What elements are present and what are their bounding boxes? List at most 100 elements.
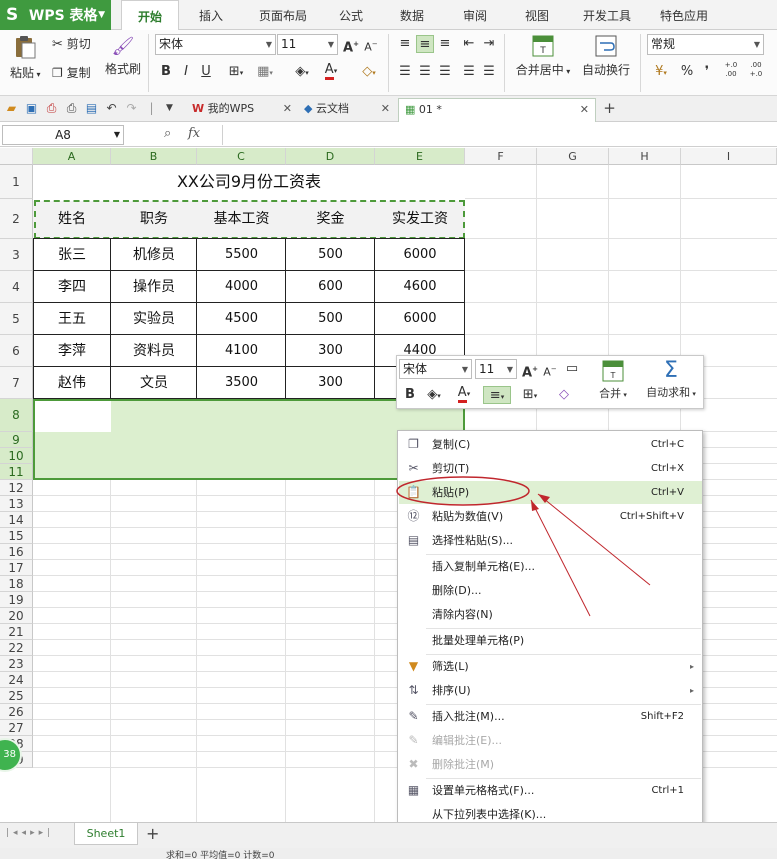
context-menu-item[interactable]: ▦ 设置单元格格式(F)... Ctrl+1	[399, 779, 702, 802]
decrease-font-icon[interactable]: A−	[362, 35, 380, 54]
context-menu-item[interactable]: 删除(D)...	[399, 579, 702, 602]
row-header[interactable]: 23	[0, 656, 33, 672]
data-cell[interactable]: 机修员	[111, 239, 197, 271]
column-header[interactable]: B	[111, 148, 197, 165]
column-header[interactable]: F	[465, 148, 537, 165]
data-cell[interactable]: 李四	[33, 271, 111, 303]
column-header[interactable]: G	[537, 148, 609, 165]
row-header[interactable]: 11	[0, 464, 33, 480]
chevron-down-icon[interactable]: ▼	[162, 101, 177, 116]
tab-special[interactable]: 特色应用	[652, 0, 716, 30]
data-cell[interactable]: 张三	[33, 239, 111, 271]
save-icon[interactable]: ▣	[24, 101, 39, 116]
align-right-icon[interactable]: ☰	[436, 63, 454, 81]
name-box[interactable]: A8 ▼	[2, 125, 124, 145]
data-cell[interactable]: 4000	[197, 271, 286, 303]
context-menu-item[interactable]: ❐ 复制(C) Ctrl+C	[399, 433, 702, 456]
context-menu-item[interactable]: 插入复制单元格(E)...	[399, 555, 702, 578]
data-cell[interactable]: 5500	[197, 239, 286, 271]
cut-button[interactable]: ✂ 剪切	[52, 35, 91, 52]
select-all-corner[interactable]	[0, 148, 33, 165]
indent-increase-icon[interactable]: ⇥	[480, 35, 498, 53]
data-cell[interactable]: 4600	[375, 271, 465, 303]
tab-review[interactable]: 审阅	[452, 0, 498, 30]
wrap-text-button[interactable]: 自动换行	[580, 34, 632, 78]
bold-icon[interactable]: B	[157, 63, 175, 81]
add-sheet-icon[interactable]: +	[146, 824, 159, 843]
border-icon[interactable]: ⊞▾	[223, 63, 249, 81]
data-cell[interactable]: 操作员	[111, 271, 197, 303]
align-middle-icon[interactable]: ≡	[416, 35, 434, 53]
doc-tab-cloud-docs[interactable]: ◆ 云文档 ✕	[298, 98, 396, 122]
column-header[interactable]: H	[609, 148, 681, 165]
tab-page-layout[interactable]: 页面布局	[248, 0, 318, 30]
row-header[interactable]: 21	[0, 624, 33, 640]
font-size-select[interactable]: 11 ▼	[277, 34, 338, 55]
row-header[interactable]: 6	[0, 335, 33, 367]
print-preview-icon[interactable]: ⎙	[44, 101, 59, 116]
close-icon[interactable]: ✕	[381, 98, 390, 120]
align-bottom-icon[interactable]: ≡	[436, 35, 454, 53]
autosum-button[interactable]: Σ 自动求和 ▾	[641, 358, 701, 400]
tab-home[interactable]: 开始	[121, 0, 179, 31]
sheet-nav-arrows-icon[interactable]: |◂◂▸▸|	[6, 828, 54, 838]
redo-icon[interactable]: ↷	[124, 101, 139, 116]
data-cell[interactable]: 文员	[111, 367, 197, 399]
sheet-title[interactable]: XX公司9月份工资表	[33, 165, 465, 199]
row-header[interactable]: 4	[0, 271, 33, 303]
mini-font-name-select[interactable]: 宋体 ▼	[399, 359, 472, 379]
zoom-search-icon[interactable]: ⌕	[164, 126, 171, 141]
row-header[interactable]: 14	[0, 512, 33, 528]
tab-data[interactable]: 数据	[389, 0, 435, 30]
row-header[interactable]: 9	[0, 432, 33, 448]
data-cell[interactable]: 李萍	[33, 335, 111, 367]
italic-icon[interactable]: I	[177, 63, 195, 81]
doc-tab-01[interactable]: ▦ 01 * ✕	[398, 98, 596, 122]
paste-button[interactable]: 粘贴 ▾	[10, 34, 41, 81]
increase-font-icon[interactable]: A+	[342, 35, 360, 55]
column-header[interactable]: I	[681, 148, 777, 165]
preview-icon[interactable]: ▤	[84, 101, 99, 116]
row-header[interactable]: 2	[0, 199, 33, 239]
row-header[interactable]: 20	[0, 608, 33, 624]
cell-style-icon[interactable]: ▦▾	[252, 63, 278, 81]
column-header[interactable]: C	[197, 148, 286, 165]
context-menu-item[interactable]: ⇅ 排序(U) ▸	[399, 679, 702, 702]
percent-button[interactable]: %	[678, 63, 696, 81]
row-header[interactable]: 17	[0, 560, 33, 576]
data-cell[interactable]: 赵伟	[33, 367, 111, 399]
close-icon[interactable]: ✕	[580, 99, 589, 121]
context-menu-item[interactable]: 批量处理单元格(P)	[399, 629, 702, 652]
row-header[interactable]: 5	[0, 303, 33, 335]
row-header[interactable]: 12	[0, 480, 33, 496]
align-center-icon[interactable]: ☰	[416, 63, 434, 81]
formula-input[interactable]	[222, 125, 775, 145]
close-icon[interactable]: ✕	[283, 98, 292, 120]
row-header[interactable]: 10	[0, 448, 33, 464]
data-cell[interactable]: 500	[286, 239, 375, 271]
tab-formulas[interactable]: 公式	[328, 0, 374, 30]
row-header[interactable]: 25	[0, 688, 33, 704]
row-header[interactable]: 16	[0, 544, 33, 560]
row-header[interactable]: 22	[0, 640, 33, 656]
context-menu-item[interactable]: 清除内容(N)	[399, 603, 702, 626]
data-cell[interactable]: 500	[286, 303, 375, 335]
row-header[interactable]: 26	[0, 704, 33, 720]
row-header[interactable]: 3	[0, 239, 33, 271]
currency-icon[interactable]: ¥▾	[648, 63, 674, 81]
fill-color-icon[interactable]: ◈▾	[288, 63, 316, 81]
row-header[interactable]: 15	[0, 528, 33, 544]
row-header[interactable]: 1	[0, 165, 33, 199]
column-header[interactable]: D	[286, 148, 375, 165]
mini-merge-button[interactable]: T 合并 ▾	[593, 360, 633, 401]
data-cell[interactable]: 王五	[33, 303, 111, 335]
context-menu-item[interactable]: ✂ 剪切(T) Ctrl+X	[399, 457, 702, 480]
active-cell[interactable]	[35, 401, 111, 432]
data-cell[interactable]: 资料员	[111, 335, 197, 367]
bold-icon[interactable]: B	[401, 386, 419, 404]
align-left-icon[interactable]: ☰	[396, 63, 414, 81]
function-button[interactable]: fx	[188, 126, 200, 141]
row-header[interactable]: 18	[0, 576, 33, 592]
number-format-select[interactable]: 常规 ▼	[647, 34, 764, 55]
distribute-icon[interactable]: ☰	[480, 63, 498, 81]
